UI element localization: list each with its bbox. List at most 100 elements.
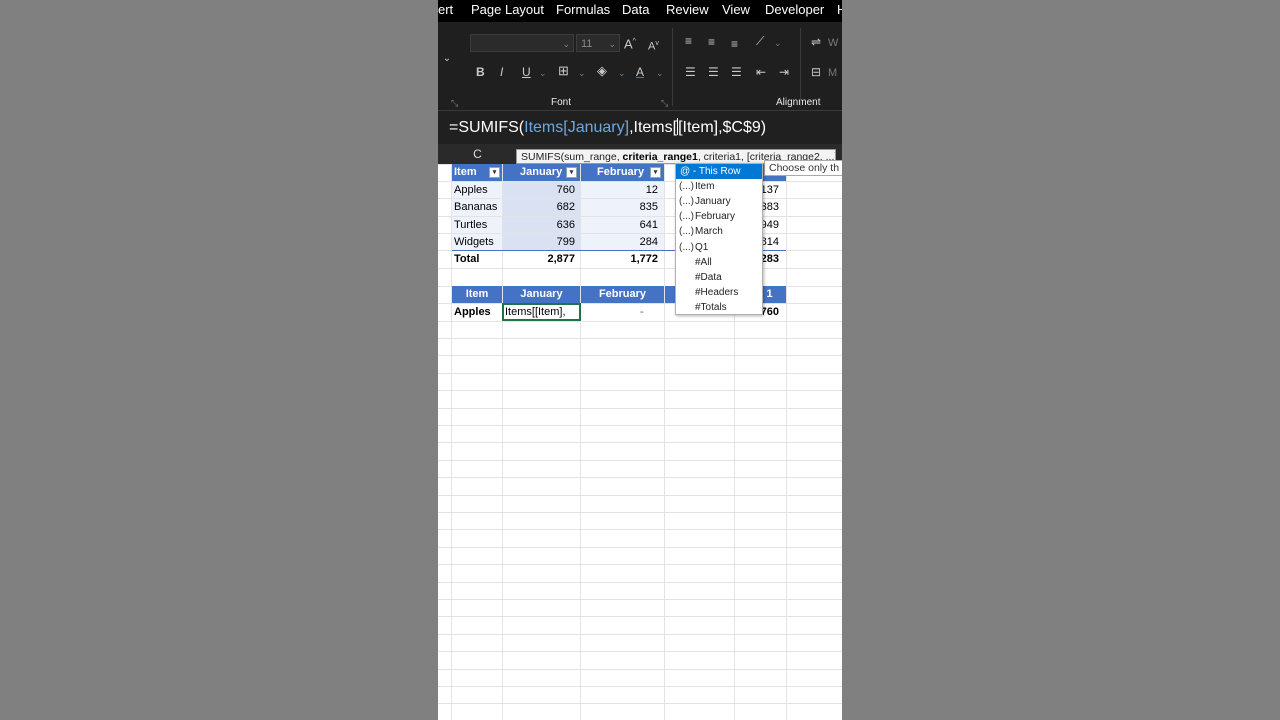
- table1-header-item: Item ▾: [452, 164, 502, 181]
- formula-ref-january: Items[January]: [524, 119, 630, 136]
- table1-row-january[interactable]: 760: [503, 182, 575, 199]
- table1-row-january[interactable]: 799: [503, 234, 575, 251]
- formula-ref-items: ,Items[: [629, 119, 678, 136]
- increase-indent-icon[interactable]: ⇥: [779, 65, 789, 79]
- autocomplete-item[interactable]: #All: [676, 255, 762, 270]
- total-february[interactable]: 1,772: [581, 251, 658, 268]
- shrink-font-icon[interactable]: Av: [648, 37, 659, 54]
- gridline-row: [438, 425, 842, 426]
- table2-header-january: January: [503, 286, 580, 303]
- align-top-icon[interactable]: ≡: [685, 34, 692, 48]
- chevron-down-icon: ⌄: [608, 39, 616, 49]
- table1-row-item[interactable]: Widgets: [454, 234, 494, 251]
- wrap-text-icon[interactable]: ⇌: [811, 35, 821, 49]
- table1-header-january: January ▾: [503, 164, 580, 181]
- fill-color-icon[interactable]: ◈: [597, 64, 607, 78]
- gridline-row: [438, 616, 842, 617]
- grow-font-icon[interactable]: A^: [624, 35, 636, 51]
- chevron-down-icon[interactable]: ⌄: [656, 66, 664, 80]
- underline-button[interactable]: U: [522, 65, 531, 79]
- autocomplete-hint-tooltip: Choose only th: [764, 160, 842, 176]
- table1-row-january[interactable]: 682: [503, 199, 575, 216]
- column-header-c[interactable]: C: [452, 144, 503, 164]
- table1-row-january[interactable]: 636: [503, 217, 575, 234]
- table1-row-item[interactable]: Bananas: [454, 199, 497, 216]
- ribbon-separator: [672, 28, 673, 106]
- table1-row-item[interactable]: Apples: [454, 182, 488, 199]
- orientation-icon[interactable]: ⟋: [756, 34, 764, 48]
- column-ref-icon: (...): [679, 241, 694, 253]
- align-middle-icon[interactable]: ≡: [708, 35, 715, 49]
- borders-icon[interactable]: ⊞: [558, 64, 569, 78]
- autocomplete-item[interactable]: @ - This Row: [676, 164, 762, 179]
- total-january[interactable]: 2,877: [503, 251, 575, 268]
- gridline-row: [438, 512, 842, 513]
- autocomplete-item[interactable]: (...) March: [676, 224, 762, 239]
- filter-dropdown-icon[interactable]: ▾: [566, 167, 577, 178]
- structured-reference-autocomplete[interactable]: @ - This Row (...) Item (...) January (...) Fe…: [675, 163, 763, 315]
- tab-developer[interactable]: Developer: [765, 2, 824, 17]
- formula-bar[interactable]: =SUMIFS(Items[January],Items[[Item],$C$9…: [438, 110, 842, 145]
- autocomplete-item[interactable]: (...) February: [676, 209, 762, 224]
- align-center-icon[interactable]: ☰: [708, 65, 719, 79]
- merge-center-icon[interactable]: ⊟: [811, 65, 821, 79]
- table2-header-february: February: [581, 286, 664, 303]
- tab-view[interactable]: View: [722, 2, 750, 17]
- align-right-icon[interactable]: ☰: [731, 65, 742, 79]
- autocomplete-item[interactable]: #Totals: [676, 300, 762, 315]
- autocomplete-item-label: Q1: [695, 241, 709, 253]
- chevron-down-icon[interactable]: ⌄: [774, 36, 782, 50]
- merge-center-label[interactable]: M: [828, 66, 837, 80]
- formula-text[interactable]: =SUMIFS(Items[January],Items[[Item],$C$9…: [449, 118, 766, 137]
- chevron-down-icon[interactable]: ⌄: [618, 66, 626, 80]
- dialog-launcher-icon[interactable]: ⤡: [451, 96, 458, 110]
- font-color-icon[interactable]: A: [636, 65, 644, 79]
- worksheet-grid[interactable]: Item ▾ January ▾ February ▾ Apples 760 12 137 B…: [438, 164, 842, 720]
- table1-row-february[interactable]: 641: [581, 217, 658, 234]
- tab-data[interactable]: Data: [622, 2, 649, 17]
- gridline-row: [438, 408, 842, 409]
- filter-dropdown-icon[interactable]: ▾: [650, 167, 661, 178]
- align-bottom-icon[interactable]: ≡: [731, 37, 738, 51]
- gridline-row: [438, 529, 842, 530]
- total-label[interactable]: Total: [454, 251, 479, 268]
- autocomplete-item[interactable]: #Headers: [676, 285, 762, 300]
- table1-row-february[interactable]: 835: [581, 199, 658, 216]
- tab-formulas[interactable]: Formulas: [556, 2, 610, 17]
- wrap-text-label[interactable]: W: [828, 36, 838, 50]
- autocomplete-item-label: February: [695, 211, 736, 223]
- filter-dropdown-icon[interactable]: ▾: [489, 167, 500, 178]
- table2-row-item[interactable]: Apples: [454, 304, 491, 321]
- font-group-label: Font: [551, 97, 572, 108]
- dialog-launcher-icon[interactable]: ⤡: [661, 96, 668, 110]
- decrease-indent-icon[interactable]: ⇤: [756, 65, 766, 79]
- chevron-down-icon[interactable]: ⌄: [578, 66, 586, 80]
- tab-insert[interactable]: ert: [438, 2, 453, 17]
- gridline-row: [438, 321, 842, 322]
- table1-row-february[interactable]: 284: [581, 234, 658, 251]
- autocomplete-item[interactable]: (...) Item: [676, 179, 762, 194]
- tab-page-layout[interactable]: Page Layout: [471, 2, 544, 17]
- table2-row-february[interactable]: -: [640, 304, 644, 321]
- gridline-row: [438, 390, 842, 391]
- font-size-dropdown[interactable]: 11 ⌄: [576, 34, 620, 52]
- table1-header-february: February ▾: [581, 164, 664, 181]
- autocomplete-item-label: #Data: [695, 271, 722, 283]
- tab-help[interactable]: H: [837, 2, 842, 17]
- active-cell-text[interactable]: Items[[Item],: [505, 304, 566, 321]
- table1-row-item[interactable]: Turtles: [454, 217, 487, 234]
- italic-button[interactable]: I: [500, 65, 503, 79]
- column-ref-icon: (...): [679, 226, 694, 238]
- autocomplete-item[interactable]: #Data: [676, 270, 762, 285]
- tab-review[interactable]: Review: [666, 2, 709, 17]
- align-left-icon[interactable]: ☰: [685, 65, 696, 79]
- excel-window: ert Page Layout Formulas Data Review Vie…: [438, 0, 842, 720]
- autocomplete-item[interactable]: (...) January: [676, 194, 762, 209]
- chevron-down-icon[interactable]: ⌄: [539, 66, 547, 80]
- autocomplete-item[interactable]: (...) Q1: [676, 240, 762, 255]
- bold-button[interactable]: B: [476, 65, 485, 79]
- table1-row-february[interactable]: 12: [581, 182, 658, 199]
- ribbon-separator: [800, 28, 801, 106]
- ribbon-collapse-chevron-icon[interactable]: ⌄: [442, 52, 452, 66]
- font-name-dropdown[interactable]: ⌄: [470, 34, 574, 52]
